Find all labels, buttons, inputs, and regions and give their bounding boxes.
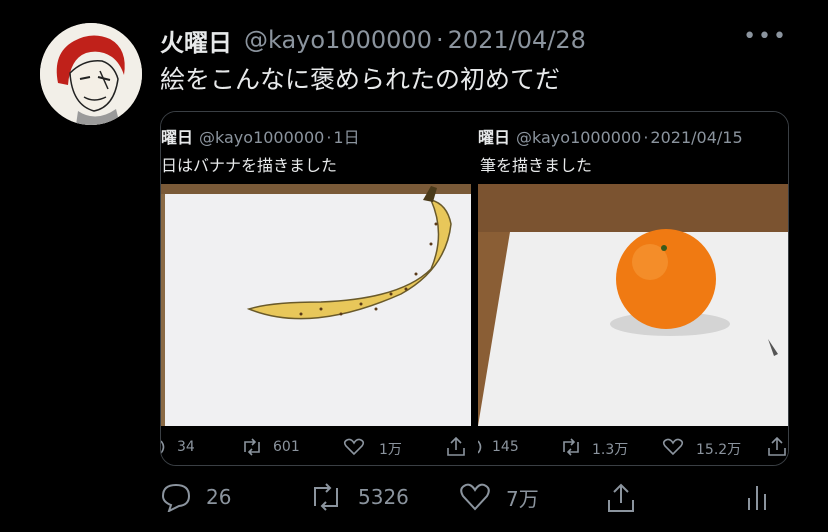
orange-drawing-image (478, 184, 788, 426)
tweet-text: 絵をこんなに褒められたの初めてだ (160, 65, 561, 94)
retweet-icon (314, 483, 338, 511)
quoted-text: 筆を描きました (480, 156, 593, 175)
quoted-reply-count: 34 (177, 439, 195, 455)
reply-icon (161, 483, 191, 512)
tweet-header: 火曜日 @kayo1000000 · 2021/04/28 ••• (160, 22, 788, 58)
retweet-count: 5326 (358, 485, 409, 509)
quoted-name: 曜日 (478, 128, 511, 147)
quoted-text: 日はバナナを描きました (161, 156, 338, 175)
quoted-header: 曜日 @kayo1000000 · 1日 (161, 124, 360, 148)
avatar[interactable] (40, 23, 142, 125)
author-handle[interactable]: @kayo1000000 (244, 26, 432, 54)
author-name[interactable]: 火曜日 (160, 23, 232, 58)
quoted-time: 1日 (333, 128, 360, 147)
analytics-button[interactable] (746, 482, 768, 512)
heart-icon (460, 483, 490, 511)
tweet-media[interactable]: 曜日 @kayo1000000 · 1日 日はバナナを描きました 34 601 … (160, 111, 789, 466)
retweet-icon (244, 438, 260, 456)
share-icon (447, 437, 465, 456)
quoted-retweet-count: 1.3万 (592, 442, 629, 458)
quoted-handle: @kayo1000000 (516, 128, 642, 147)
banana-drawing-image (161, 184, 471, 426)
quoted-reply-count: 145 (492, 439, 519, 455)
quoted-handle: @kayo1000000 (199, 128, 325, 147)
quoted-actions: 145 1.3万 15.2万 (478, 434, 788, 460)
retweet-icon (563, 438, 579, 456)
retweet-button[interactable]: 5326 (308, 482, 409, 512)
heart-icon (343, 438, 365, 456)
reply-icon (161, 440, 165, 454)
heart-icon (662, 438, 684, 456)
quoted-like-count: 15.2万 (696, 442, 742, 458)
tweet-actions: 26 5326 7万 (160, 478, 790, 518)
separator-dot: · (435, 26, 444, 54)
like-count: 7万 (506, 486, 539, 511)
quoted-header: 曜日 @kayo1000000 · 2021/04/15 (478, 124, 743, 148)
separator-dot: · (326, 128, 332, 147)
reply-count: 26 (206, 485, 232, 509)
share-icon (608, 483, 634, 512)
reply-button[interactable]: 26 (160, 482, 231, 512)
more-icon[interactable]: ••• (743, 24, 788, 49)
share-button[interactable] (606, 482, 636, 514)
tweet-date[interactable]: 2021/04/28 (448, 26, 586, 54)
like-button[interactable]: 7万 (458, 482, 539, 512)
separator-dot: · (643, 128, 649, 147)
reply-icon (478, 440, 482, 454)
quoted-actions: 34 601 1万 (161, 434, 471, 460)
analytics-icon (748, 486, 766, 510)
quoted-name: 曜日 (161, 128, 194, 147)
quoted-time: 2021/04/15 (650, 128, 743, 147)
quoted-tweet-banana[interactable]: 曜日 @kayo1000000 · 1日 日はバナナを描きました 34 601 … (161, 112, 471, 465)
share-icon (768, 437, 786, 456)
quoted-retweet-count: 601 (273, 439, 300, 455)
quoted-like-count: 1万 (379, 442, 402, 458)
quoted-tweet-orange[interactable]: 曜日 @kayo1000000 · 2021/04/15 筆を描きました 145 1.… (478, 112, 788, 465)
